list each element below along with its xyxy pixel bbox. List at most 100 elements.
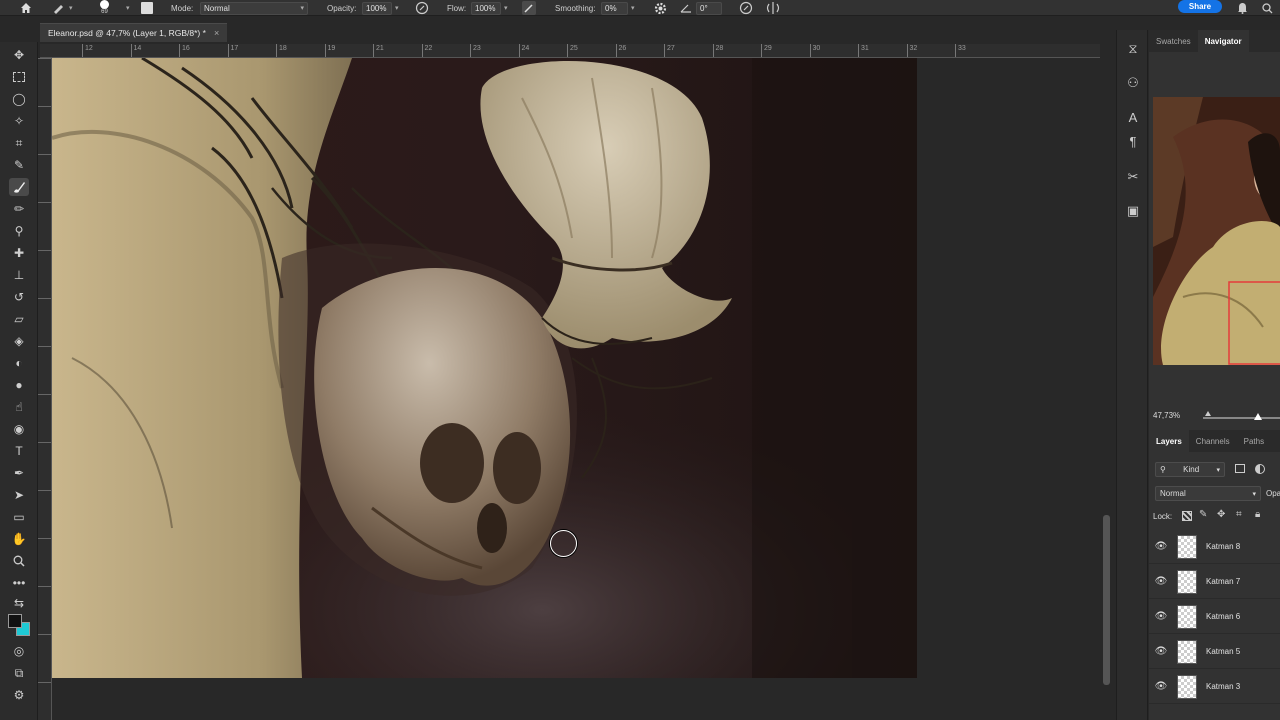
gradient-tool-icon[interactable]: ◐	[9, 354, 29, 372]
chevron-down-icon[interactable]: ▾	[504, 4, 508, 12]
tab-layers[interactable]: Layers	[1149, 430, 1189, 452]
vertical-scrollbar[interactable]	[1103, 515, 1110, 685]
home-icon[interactable]	[20, 0, 32, 16]
eye-icon[interactable]: 👁︎	[1149, 681, 1173, 692]
navigator-thumbnail[interactable]	[1153, 97, 1280, 365]
eyedropper-tool-icon[interactable]: ✎	[9, 156, 29, 174]
path-selection-tool-icon[interactable]: ➤	[9, 486, 29, 504]
layer-filter-kind[interactable]: ⚲ Kind ▾	[1155, 462, 1225, 477]
pen-tool-icon[interactable]: ✒	[9, 464, 29, 482]
eye-icon[interactable]: 👁︎	[1149, 576, 1173, 587]
mode-select[interactable]: Normal ▾	[200, 0, 308, 16]
chevron-down-icon[interactable]: ▾	[395, 4, 399, 12]
chevron-down-icon[interactable]: ▾	[631, 4, 635, 12]
zoom-out-icon[interactable]	[1205, 411, 1211, 416]
crop-tool-icon[interactable]: ⌗	[9, 134, 29, 152]
screen-mode-icon[interactable]: ⧉	[9, 664, 29, 682]
gear-icon[interactable]	[654, 0, 667, 16]
pencil-tool-icon[interactable]: ✏	[9, 200, 29, 218]
blur-tool-icon[interactable]: ●	[9, 376, 29, 394]
navigator-zoom-slider[interactable]	[1203, 417, 1280, 419]
navigator-zoom-value[interactable]: 47,73%	[1153, 411, 1180, 420]
ruler-tick-label: 12	[82, 44, 93, 57]
mixer-brush-tool-icon[interactable]: ⚲	[9, 222, 29, 240]
magic-wand-tool-icon[interactable]: ✧	[9, 112, 29, 130]
document-tab[interactable]: Eleanor.psd @ 47,7% (Layer 1, RGB/8*) * …	[40, 23, 228, 42]
ruler-tick	[38, 298, 51, 299]
bell-icon[interactable]	[1237, 0, 1248, 16]
brush-caret-icon[interactable]: ▾	[123, 0, 130, 16]
tab-navigator[interactable]: Navigator	[1197, 30, 1249, 52]
history-panel-icon[interactable]: ⧖	[1123, 40, 1143, 58]
pressure-size-icon[interactable]	[739, 0, 753, 16]
eye-icon[interactable]: 👁︎	[1149, 646, 1173, 657]
healing-brush-tool-icon[interactable]: ✚	[9, 244, 29, 262]
ruler-tick	[38, 250, 51, 251]
paragraph-panel-icon[interactable]: ¶	[1123, 132, 1143, 150]
edit-toolbar-icon[interactable]: ⚙	[9, 686, 29, 704]
layer-row[interactable]: 👁︎ Katman 3	[1149, 670, 1280, 704]
pressure-opacity-icon[interactable]	[415, 0, 429, 16]
layer-row[interactable]: 👁︎ Katman 6	[1149, 600, 1280, 634]
lock-transparent-icon[interactable]	[1182, 511, 1192, 521]
swap-colors-icon[interactable]: ⇆	[9, 594, 29, 612]
opacity-field[interactable]: 100% ▾	[362, 0, 399, 16]
brush-size-picker[interactable]: 69	[100, 0, 109, 16]
tab-paths[interactable]: Paths	[1237, 430, 1271, 452]
more-tools-icon[interactable]: •••	[9, 574, 29, 592]
layer-blend-mode-select[interactable]: Normal ▾	[1155, 486, 1261, 501]
rectangle-tool-icon[interactable]: ▭	[9, 508, 29, 526]
brush-settings-icon[interactable]	[141, 0, 153, 16]
history-brush-tool-icon[interactable]: ↺	[9, 288, 29, 306]
character-panel-icon[interactable]: A	[1123, 108, 1143, 126]
airbrush-icon[interactable]	[522, 0, 536, 16]
lasso-tool-icon[interactable]: ◯	[9, 90, 29, 108]
clone-stamp-tool-icon[interactable]: ⊥	[9, 266, 29, 284]
ruler-tick-label: 29	[761, 44, 772, 57]
flow-field[interactable]: 100% ▾	[471, 0, 508, 16]
layer-name: Katman 6	[1206, 612, 1241, 621]
layer-row[interactable]: 👁︎ Katman 7	[1149, 565, 1280, 599]
tools-panel-icon[interactable]: ✂	[1123, 168, 1143, 186]
quick-mask-icon[interactable]: ◎	[9, 642, 29, 660]
smoothing-field[interactable]: 0% ▾	[601, 0, 635, 16]
properties-panel-icon[interactable]: ▣	[1123, 202, 1143, 220]
tab-swatches[interactable]: Swatches	[1149, 30, 1198, 52]
canvas-area[interactable]	[52, 58, 1100, 720]
libraries-panel-icon[interactable]: ⚇	[1123, 74, 1143, 92]
type-tool-icon[interactable]: T	[9, 442, 29, 460]
hand-tool-icon[interactable]: ✋	[9, 530, 29, 548]
painting-canvas[interactable]	[52, 58, 917, 678]
search-icon[interactable]	[1262, 0, 1273, 16]
share-button[interactable]: Share	[1178, 0, 1222, 13]
layer-row[interactable]: 👁︎ Katman 5	[1149, 635, 1280, 669]
angle-field[interactable]: 0°	[696, 0, 722, 16]
eraser-tool-icon[interactable]: ▱	[9, 310, 29, 328]
paint-bucket-tool-icon[interactable]: ◈	[9, 332, 29, 350]
ruler-tick-label: 30	[809, 44, 820, 57]
lock-pixels-icon[interactable]: ✎	[1199, 509, 1207, 520]
zoom-tool-icon[interactable]	[9, 552, 29, 570]
dodge-tool-icon[interactable]: ◉	[9, 420, 29, 438]
tools-panel: ✥ ◯ ✧ ⌗ ✎ ✏ ⚲ ✚ ⊥ ↺ ▱ ◈ ◐ ● ☝ ◉ T ✒ ➤ ▭ …	[0, 42, 38, 720]
move-tool-icon[interactable]: ✥	[9, 46, 29, 64]
navigator-zoom-slider-handle[interactable]	[1254, 413, 1262, 420]
symmetry-icon[interactable]	[766, 0, 780, 16]
eye-icon[interactable]: 👁︎	[1149, 541, 1173, 552]
foreground-color-swatch[interactable]	[8, 614, 22, 628]
lock-position-icon[interactable]: ✥	[1217, 509, 1225, 520]
filter-pixel-icon[interactable]	[1235, 464, 1245, 473]
marquee-tool-icon[interactable]	[9, 68, 29, 86]
brush-tool-icon[interactable]	[9, 178, 29, 196]
smudge-tool-icon[interactable]: ☝	[9, 398, 29, 416]
eye-icon[interactable]: 👁︎	[1149, 611, 1173, 622]
brush-preset-icon[interactable]: ▾	[52, 0, 73, 16]
lock-all-icon[interactable]: 🔒︎	[1255, 509, 1260, 520]
lock-artboard-icon[interactable]: ⌗	[1236, 509, 1242, 520]
ruler-tick-label: 24	[518, 44, 529, 57]
close-icon[interactable]: ×	[214, 28, 219, 38]
filter-adjustment-icon[interactable]	[1255, 464, 1265, 474]
tab-channels[interactable]: Channels	[1189, 430, 1237, 452]
layers-tabs: Layers Channels Paths	[1149, 430, 1280, 452]
layer-row[interactable]: 👁︎ Katman 8	[1149, 530, 1280, 564]
